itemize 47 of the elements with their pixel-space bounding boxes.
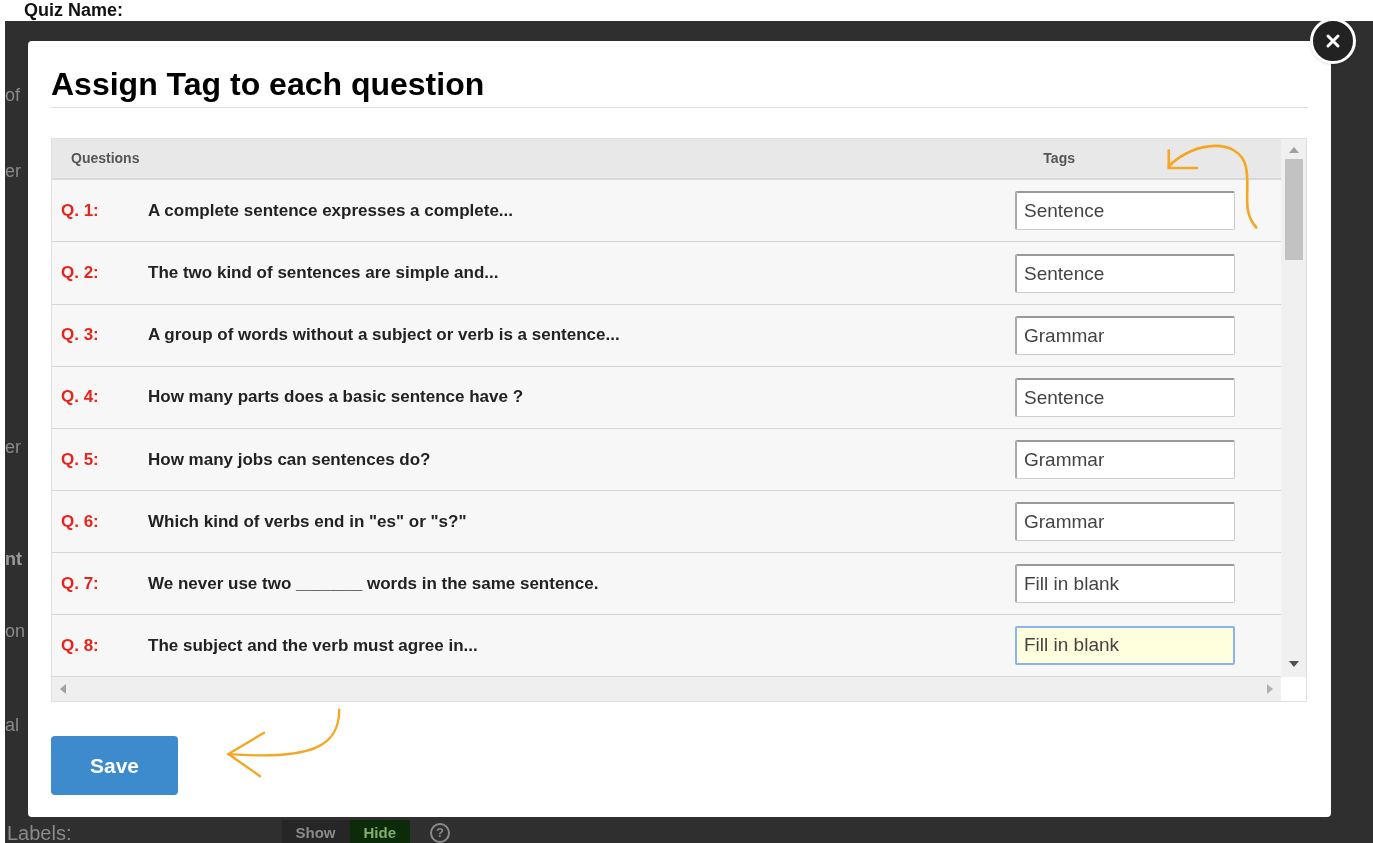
question-number: Q. 8:: [61, 634, 100, 657]
background-text: on: [5, 620, 26, 643]
background-text: of: [5, 84, 20, 107]
question-text: The two kind of sentences are simple and...: [148, 262, 499, 285]
tag-input[interactable]: Grammar: [1015, 439, 1235, 479]
close-icon: [1325, 33, 1341, 49]
question-text: A complete sentence expresses a complete...: [148, 200, 514, 223]
tag-input[interactable]: Sentence: [1015, 377, 1235, 417]
horizontal-scrollbar[interactable]: [52, 677, 1281, 701]
question-number: Q. 6:: [61, 510, 100, 533]
scroll-thumb[interactable]: [1284, 159, 1303, 260]
dialog-title: Assign Tag to each question: [51, 65, 486, 103]
scroll-right-icon[interactable]: [1267, 684, 1273, 694]
scroll-up-icon[interactable]: [1288, 147, 1299, 153]
column-header: Questions: [71, 149, 140, 169]
tag-input[interactable]: Sentence: [1015, 253, 1235, 293]
background-text: al: [5, 714, 19, 737]
scroll-left-icon[interactable]: [60, 684, 66, 694]
tag-input[interactable]: Fill in blank: [1015, 563, 1235, 603]
question-number: Q. 2:: [61, 262, 100, 285]
background-text: nt: [5, 548, 22, 571]
question-text: A group of words without a subject or verb is a sentence...: [148, 324, 620, 347]
question-text: Which kind of verbs end in "es" or "s?": [148, 510, 467, 533]
background-text: er: [5, 436, 21, 459]
labels-label: Labels:: [7, 821, 72, 843]
help-icon[interactable]: ?: [430, 823, 450, 843]
tag-input[interactable]: Grammar: [1015, 501, 1235, 541]
background-text: er: [5, 160, 21, 183]
tag-input[interactable]: Sentence: [1015, 191, 1235, 231]
tag-input[interactable]: Fill in blank: [1015, 626, 1235, 665]
question-number: Q. 3:: [61, 324, 100, 347]
tag-input[interactable]: Grammar: [1015, 315, 1235, 355]
column-header: Tags: [1043, 149, 1075, 169]
question-text: How many jobs can sentences do?: [148, 448, 431, 471]
question-text: How many parts does a basic sentence have ?: [148, 386, 524, 409]
question-number: Q. 5:: [61, 448, 100, 471]
toggle-option[interactable]: Hide: [349, 819, 410, 843]
save-button[interactable]: Save: [51, 736, 178, 795]
page-heading: Quiz Name:: [24, 0, 124, 20]
toggle-option[interactable]: Show: [281, 819, 350, 843]
question-text: We never use two _______ words in the same sentence.: [148, 572, 599, 595]
vertical-scrollbar[interactable]: [1281, 139, 1306, 677]
question-number: Q. 4:: [61, 386, 100, 409]
question-text: The subject and the verb must agree in...: [148, 634, 478, 657]
question-number: Q. 1:: [61, 200, 100, 223]
scroll-down-icon[interactable]: [1288, 661, 1299, 667]
question-number: Q. 7:: [61, 572, 100, 595]
